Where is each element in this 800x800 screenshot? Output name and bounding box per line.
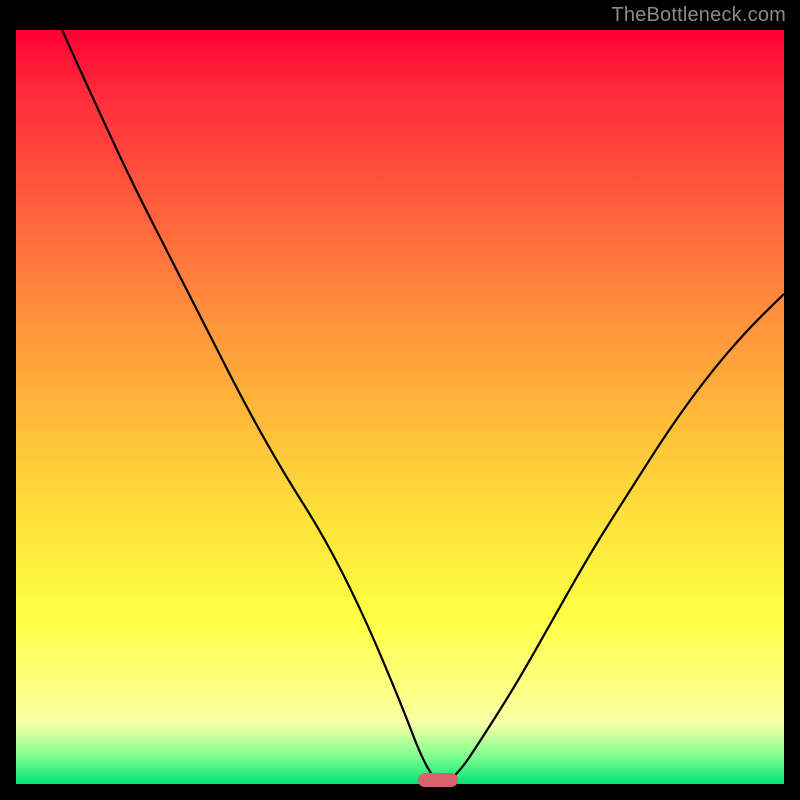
bottleneck-curve: [16, 30, 784, 784]
chart-frame: TheBottleneck.com: [0, 0, 800, 800]
optimal-point-marker: [418, 773, 458, 787]
curve-path: [62, 30, 784, 784]
plot-area: [16, 30, 784, 784]
watermark-text: TheBottleneck.com: [611, 4, 786, 27]
